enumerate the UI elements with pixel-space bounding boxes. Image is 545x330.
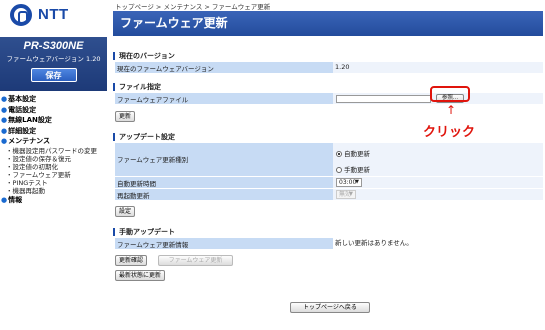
- auto-update-option[interactable]: 自動更新: [336, 148, 370, 158]
- set-button[interactable]: 設定: [115, 206, 136, 217]
- auto-time-cell: 03:00 ▼: [333, 177, 543, 188]
- menu-basic[interactable]: ●基本設定: [0, 94, 107, 105]
- menu-wlan[interactable]: ●無線LAN設定: [0, 115, 107, 126]
- breadcrumb: トップページ > メンテナンス > ファームウェア更新: [115, 3, 271, 11]
- firmware-file-input[interactable]: [336, 95, 431, 103]
- main-content: トップページ > メンテナンス > ファームウェア更新 ファームウェア更新 現在…: [110, 0, 545, 330]
- menu-item-password[interactable]: ・機器設定用パスワードの変更: [0, 147, 107, 155]
- sidebar: NTT PR-S300NE ファームウェアバージョン 1.20 保存 ●基本設定…: [0, 0, 107, 330]
- firmware-file-label: ファームウェアファイル: [117, 96, 189, 104]
- bullet-icon: ●: [1, 126, 8, 135]
- manual-update-option[interactable]: 手動更新: [336, 164, 370, 174]
- update-info-row: ファームウェア更新情報 新しい更新はありません。: [115, 238, 543, 249]
- update-type-label: ファームウェア更新種別: [117, 156, 189, 164]
- ntt-logo-icon: [10, 4, 32, 26]
- current-version-value: 1.20: [333, 62, 543, 73]
- update-info-value: 新しい更新はありません。: [333, 238, 543, 249]
- menu-info[interactable]: ●情報: [0, 195, 107, 206]
- check-update-button[interactable]: 更新確認: [115, 255, 148, 266]
- update-type-cell: 自動更新 手動更新: [333, 143, 543, 176]
- update-info-label: ファームウェア更新情報: [117, 241, 189, 249]
- click-annotation: クリック: [423, 125, 476, 140]
- bullet-icon: ●: [1, 195, 8, 204]
- update-latest-button[interactable]: 最新状態に更新: [115, 270, 166, 281]
- auto-time-row: 自動更新時間 03:00 ▼: [115, 177, 543, 188]
- sidebar-menu: ●基本設定 ●電話設定 ●無線LAN設定 ●詳細設定 ●メンテナンス ・機器設定…: [0, 94, 107, 205]
- menu-phone[interactable]: ●電話設定: [0, 105, 107, 116]
- radio-auto[interactable]: [336, 151, 342, 157]
- restart-update-cell: 無効 ▼: [333, 189, 543, 200]
- product-name: PR-S300NE: [23, 40, 84, 52]
- save-button[interactable]: 保存: [30, 68, 77, 82]
- chevron-down-icon: ▼: [355, 179, 359, 185]
- update-button[interactable]: 更新: [115, 111, 136, 122]
- manual-update-heading: 手動アップデート: [113, 228, 175, 236]
- product-box: PR-S300NE ファームウェアバージョン 1.20 保存: [0, 37, 107, 91]
- auto-time-select[interactable]: 03:00 ▼: [336, 178, 362, 187]
- update-type-row: ファームウェア更新種別 自動更新 手動更新: [115, 143, 543, 176]
- bullet-icon: ●: [1, 95, 8, 103]
- menu-item-initialize[interactable]: ・設定値の初期化: [0, 163, 107, 171]
- menu-item-save-restore[interactable]: ・設定値の保存＆復元: [0, 155, 107, 163]
- current-version-heading: 現在のバージョン: [113, 52, 175, 60]
- current-version-label: 現在のファームウェアバージョン: [117, 65, 214, 73]
- file-spec-heading: ファイル指定: [113, 83, 161, 91]
- auto-time-label: 自動更新時間: [117, 180, 156, 188]
- logo-text: NTT: [38, 6, 69, 23]
- menu-item-firmware-update[interactable]: ・ファームウェア更新: [0, 171, 107, 179]
- back-to-top-button[interactable]: トップページへ戻る: [290, 302, 370, 313]
- firmware-update-button[interactable]: ファームウェア更新: [158, 255, 233, 266]
- logo: NTT: [0, 0, 107, 32]
- restart-update-label: 再起動更新: [117, 192, 150, 200]
- up-arrow-icon: ↑: [446, 103, 457, 117]
- restart-update-row: 再起動更新 無効 ▼: [115, 189, 543, 200]
- bullet-icon: ●: [1, 137, 8, 145]
- chevron-down-icon: ▼: [349, 191, 353, 197]
- page-title: ファームウェア更新: [113, 11, 543, 36]
- firmware-file-row: ファームウェアファイル 参照...: [115, 93, 543, 104]
- browse-highlight: [430, 86, 470, 102]
- firmware-version-label: ファームウェアバージョン 1.20: [6, 55, 101, 63]
- menu-item-reboot[interactable]: ・機器再起動: [0, 187, 107, 195]
- restart-update-select[interactable]: 無効 ▼: [336, 190, 356, 199]
- menu-maintenance[interactable]: ●メンテナンス: [0, 136, 107, 147]
- menu-detail[interactable]: ●詳細設定: [0, 126, 107, 137]
- radio-manual[interactable]: [336, 167, 342, 173]
- update-settings-heading: アップデート設定: [113, 133, 175, 141]
- current-version-row: 現在のファームウェアバージョン 1.20: [115, 62, 543, 73]
- menu-item-ping-test[interactable]: ・PINGテスト: [0, 179, 107, 187]
- bullet-icon: ●: [1, 116, 8, 124]
- bullet-icon: ●: [1, 105, 8, 114]
